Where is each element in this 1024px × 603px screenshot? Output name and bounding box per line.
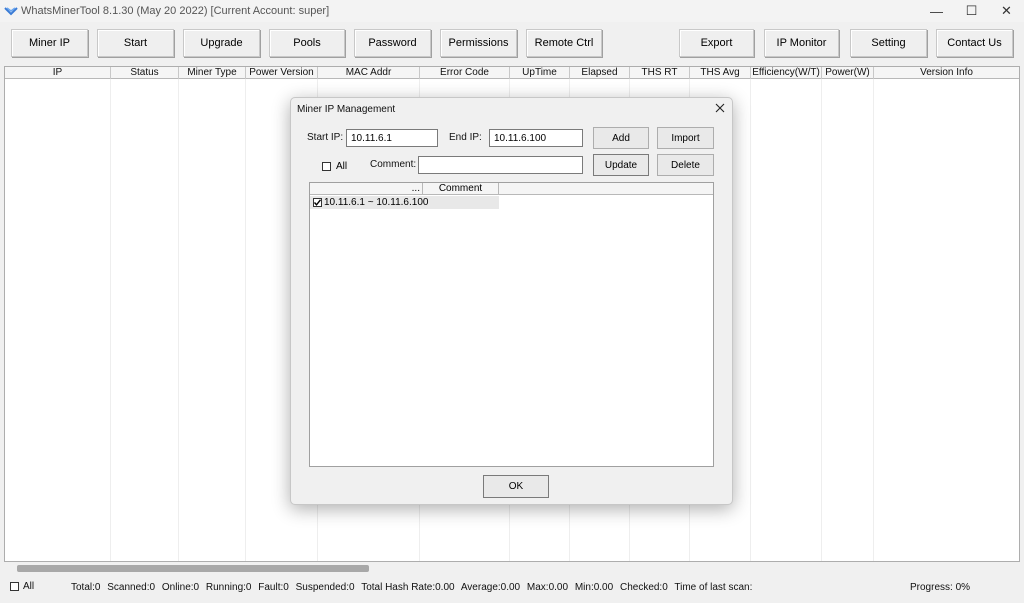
remote-ctrl-button[interactable]: Remote Ctrl [526,29,602,57]
maximize-button[interactable]: ☐ [954,0,989,22]
column-divider [178,79,179,561]
stat-fault: Fault:0 [258,582,289,593]
column-header-power-version[interactable]: Power Version [246,67,318,79]
status-bar: All Total:0 Scanned:0 Online:0 Running:0… [0,578,1024,603]
ip-monitor-button[interactable]: IP Monitor [764,29,839,57]
stat-running: Running:0 [205,582,252,593]
main-toolbar: Miner IP Start Upgrade Pools Password Pe… [0,22,1024,66]
list-item[interactable]: 10.11.6.1 ~ 10.11.6.100 [310,196,499,209]
window-controls: — ☐ ✕ [919,0,1024,22]
ip-range-list[interactable]: ... Comment 10.11.6.1 ~ 10.11.6.100 [309,182,714,467]
title-bar: WhatsMinerTool 8.1.30 (May 20 2022) [Cur… [0,0,1024,22]
ip-range-list-header: ... Comment [310,183,713,195]
stat-min: Min:0.00 [574,582,614,593]
column-header-ip[interactable]: IP [5,67,111,79]
scan-statistics: Total:0 Scanned:0 Online:0 Running:0 Fau… [71,582,756,593]
import-button[interactable]: Import [657,127,714,149]
comment-input[interactable] [418,156,583,174]
column-divider [873,79,874,561]
miner-table-header: IP Status Miner Type Power Version MAC A… [5,67,1019,79]
column-divider [110,79,111,561]
start-ip-label: Start IP: [307,132,344,143]
start-button[interactable]: Start [97,29,174,57]
column-divider [821,79,822,561]
scrollbar-thumb[interactable] [17,565,369,572]
close-window-button[interactable]: ✕ [989,0,1024,22]
update-button[interactable]: Update [593,154,649,176]
dialog-close-icon[interactable] [715,101,725,116]
ok-button[interactable]: OK [483,475,549,498]
column-header-efficiency[interactable]: Efficiency(W/T) [751,67,822,79]
column-divider [245,79,246,561]
stat-last-scan: Time of last scan: [674,582,753,593]
contact-us-button[interactable]: Contact Us [936,29,1013,57]
export-button[interactable]: Export [679,29,754,57]
stat-suspended: Suspended:0 [295,582,355,593]
horizontal-scrollbar[interactable] [4,562,1020,574]
stat-max: Max:0.00 [526,582,569,593]
dialog-title: Miner IP Management [297,104,396,115]
select-all-label: All [23,581,35,592]
stat-average: Average:0.00 [460,582,521,593]
column-header-ths-rt[interactable]: THS RT [630,67,690,79]
comment-label: Comment: [370,159,417,170]
column-header-error-code[interactable]: Error Code [420,67,510,79]
column-header-power[interactable]: Power(W) [822,67,874,79]
column-header-mac-addr[interactable]: MAC Addr [318,67,420,79]
list-column-range[interactable]: ... [310,183,423,195]
minimize-button[interactable]: — [919,0,954,22]
checkbox-box[interactable] [10,582,19,591]
miner-ip-management-dialog: Miner IP Management Start IP: End IP: Ad… [290,97,733,505]
select-all-checkbox[interactable]: All [10,581,34,592]
dialog-all-checkbox[interactable]: All [322,161,347,172]
window-title: WhatsMinerTool 8.1.30 (May 20 2022) [Cur… [21,5,330,17]
dialog-all-label: All [336,161,348,172]
checkbox-box[interactable] [322,162,331,171]
pools-button[interactable]: Pools [269,29,345,57]
stat-total-hash-rate: Total Hash Rate:0.00 [361,582,455,593]
stat-online: Online:0 [161,582,200,593]
stat-scanned: Scanned:0 [107,582,156,593]
end-ip-label: End IP: [449,132,482,143]
upgrade-button[interactable]: Upgrade [183,29,260,57]
column-header-miner-type[interactable]: Miner Type [179,67,246,79]
checkmark-icon [313,199,322,206]
end-ip-input[interactable] [489,129,583,147]
start-ip-input[interactable] [346,129,438,147]
stat-checked: Checked:0 [619,582,668,593]
app-logo-icon [3,3,19,19]
delete-button[interactable]: Delete [657,154,714,176]
column-header-uptime[interactable]: UpTime [510,67,570,79]
miner-ip-button[interactable]: Miner IP [11,29,88,57]
permissions-button[interactable]: Permissions [440,29,517,57]
list-item-checkbox[interactable] [313,198,322,207]
add-button[interactable]: Add [593,127,649,149]
stat-total: Total:0 [71,582,101,593]
setting-button[interactable]: Setting [850,29,927,57]
column-header-ths-avg[interactable]: THS Avg [690,67,751,79]
column-header-elapsed[interactable]: Elapsed [570,67,630,79]
list-item-range: 10.11.6.1 ~ 10.11.6.100 [324,197,429,208]
column-divider [750,79,751,561]
password-button[interactable]: Password [354,29,431,57]
progress-text: Progress: 0% [910,582,971,593]
column-header-status[interactable]: Status [111,67,179,79]
list-column-comment[interactable]: Comment [423,183,499,195]
column-header-version-info[interactable]: Version Info [874,67,1019,79]
